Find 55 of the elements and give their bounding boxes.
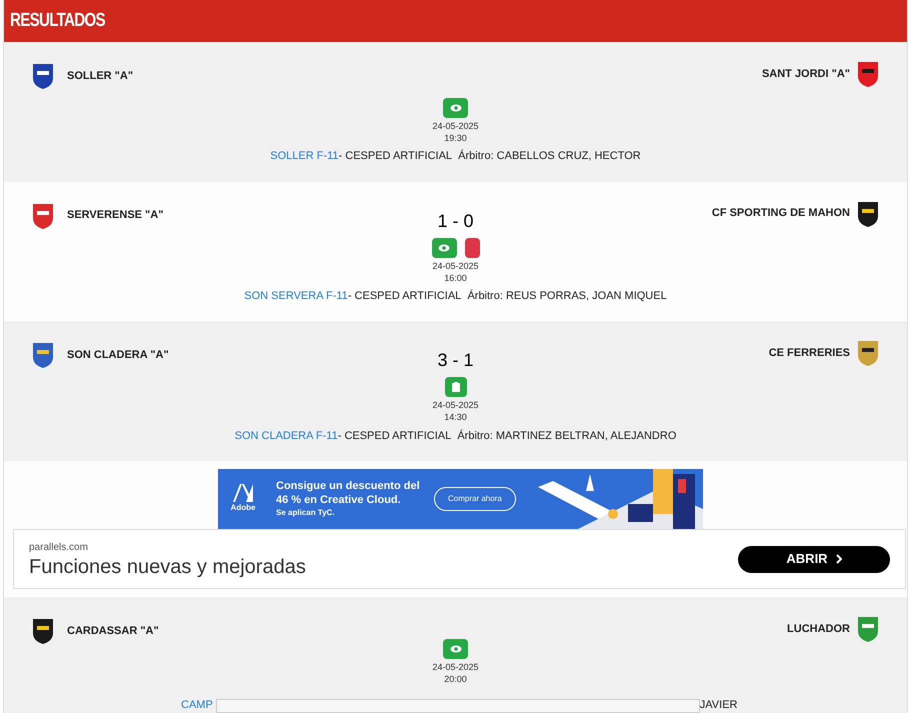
view-button[interactable]	[432, 238, 456, 258]
eye-icon	[438, 244, 450, 252]
venue-link[interactable]: SOLLER F-11	[270, 150, 339, 162]
team-crest-icon	[856, 615, 880, 644]
ad-headline: Consigue un descuento del 46 % en Creative Cloud.	[276, 479, 421, 508]
venue-referee-line: SOLLER F-11- CESPED ARTIFICIAL Árbitro: CABELLOS CRUZ, HECTOR	[269, 148, 642, 164]
match-time: 16:00	[444, 272, 467, 284]
eye-icon	[450, 645, 462, 654]
match-date: 24-05-2025	[432, 120, 479, 132]
ad-domain: parallels.com	[29, 540, 89, 555]
venue-link[interactable]: CAMP	[181, 699, 213, 712]
match-date: 24-05-2025	[432, 260, 479, 272]
ad-headline: Funciones nuevas y mejoradas	[29, 554, 306, 579]
home-team-name: SOLLER "A"	[67, 68, 134, 84]
team-crest-icon	[31, 341, 55, 370]
venue-link[interactable]: SON CLADERA F-11	[234, 430, 338, 442]
match-time: 20:00	[444, 673, 467, 686]
away-team-name: SANT JORDI "A"	[762, 66, 850, 82]
match-time: 19:30	[444, 132, 467, 144]
match-date: 24-05-2025	[432, 661, 479, 674]
eye-icon	[450, 104, 462, 112]
logo-icon	[233, 484, 253, 502]
match-score: 3 - 1	[437, 349, 474, 372]
ad-cta-button[interactable]: Comprar ahora	[434, 487, 516, 512]
chevron-right-icon	[836, 554, 842, 564]
team-crest-icon	[856, 339, 880, 368]
ad-banner[interactable]: Adobe Consigue un descuento del 46 % en Creative Cloud. Se aplican TyC. Comprar ahora	[218, 469, 703, 530]
home-team-name: CARDASSAR "A"	[67, 624, 159, 639]
referee-name: JAVIER	[700, 699, 738, 712]
venue-link[interactable]: SON SERVERA F-11	[244, 290, 348, 302]
view-button[interactable]	[443, 98, 468, 118]
home-team-name: SON CLADERA "A"	[67, 348, 169, 364]
team-crest-icon	[31, 202, 55, 230]
card-icon	[464, 238, 480, 258]
report-button[interactable]	[444, 377, 466, 398]
ad-strip[interactable]: parallels.com Funciones nuevas y mejoradas ABRIR	[13, 529, 906, 590]
view-button[interactable]	[443, 639, 468, 660]
away-team-name: LUCHADOR	[787, 622, 850, 637]
match-time: 14:30	[444, 411, 467, 424]
venue-referee-line: SON CLADERA F-11- CESPED ARTIFICIAL Árbitro: MARTINEZ BELTRAN, ALEJANDRO	[234, 428, 678, 444]
ad-terms: Se aplican TyC.	[276, 507, 336, 520]
venue-referee-line: SON SERVERA F-11- CESPED ARTIFICIAL Árbitro: REUS PORRAS, JOAN MIQUEL	[243, 288, 668, 304]
match-date: 24-05-2025	[432, 399, 479, 412]
section-title: RESULTADOS	[10, 8, 105, 33]
open-button[interactable]: ABRIR	[738, 546, 890, 573]
home-team-name: SERVERENSE "A"	[67, 208, 164, 224]
team-crest-icon	[31, 617, 55, 646]
match-score: 1 - 0	[437, 210, 474, 232]
ad-brand: Adobe	[230, 502, 256, 514]
team-crest-icon	[856, 200, 880, 228]
team-crest-icon	[856, 60, 880, 88]
clipboard-icon	[452, 382, 460, 392]
away-team-name: CF SPORTING DE MAHON	[712, 206, 850, 222]
team-crest-icon	[31, 62, 55, 90]
away-team-name: CE FERRERIES	[768, 346, 850, 362]
